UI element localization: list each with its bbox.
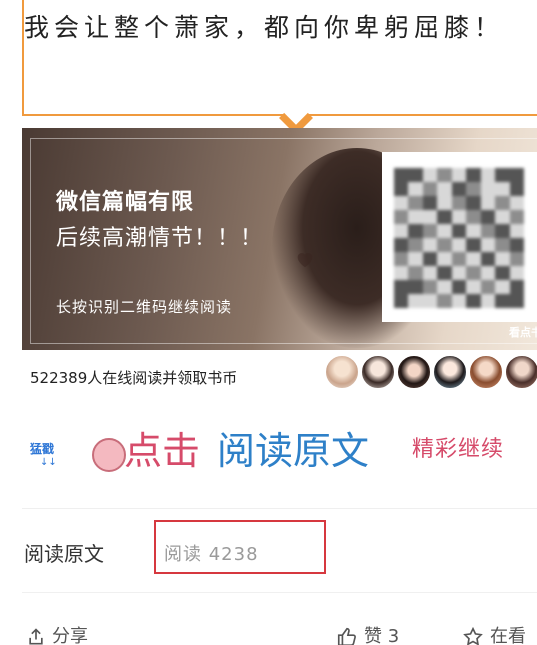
share-button[interactable]: 分享 xyxy=(26,622,88,645)
avatar xyxy=(468,354,504,390)
sticker-label: 猛戳 xyxy=(30,442,55,456)
read-original-link[interactable]: 阅读原文 xyxy=(24,538,104,567)
like-label: 赞 3 xyxy=(364,626,400,645)
cat-paw-icon xyxy=(92,438,126,472)
favorite-label: 在看 xyxy=(490,626,526,645)
banner-title: 微信篇幅有限 xyxy=(56,190,195,215)
avatar xyxy=(432,354,468,390)
quote-text: 我会让整个萧家，都向你卑躬屈膝！ xyxy=(24,13,505,42)
cta-click-text[interactable]: 点击 xyxy=(124,420,200,475)
avatar xyxy=(360,354,396,390)
promo-banner[interactable]: 微信篇幅有限 后续高潮情节！！！ 长按识别二维码继续阅读 看点书 xyxy=(22,128,537,350)
cta-continue-text: 精彩继续 xyxy=(412,437,505,462)
avatar xyxy=(504,354,537,390)
avatar xyxy=(324,354,360,390)
readers-count-text: 522389人在线阅读并领取书币 xyxy=(30,369,238,387)
thumbs-up-icon xyxy=(337,627,356,645)
star-icon xyxy=(463,626,483,645)
read-count: 阅读 4238 xyxy=(154,520,326,574)
favorite-button[interactable]: 在看 xyxy=(462,622,526,645)
qr-code-pattern xyxy=(394,168,524,308)
banner-subtitle: 后续高潮情节！！！ xyxy=(56,226,264,251)
divider xyxy=(22,508,537,509)
heart-icon xyxy=(297,253,313,268)
banner-hint: 长按识别二维码继续阅读 xyxy=(56,298,233,316)
divider xyxy=(22,592,537,593)
share-label: 分享 xyxy=(52,626,88,645)
cta-read-original-text[interactable]: 阅读原文 xyxy=(217,420,369,475)
avatar xyxy=(396,354,432,390)
sticker-arrows: ↓↓ xyxy=(40,457,57,468)
like-button[interactable]: 赞 3 xyxy=(336,622,399,645)
watermark: 看点书 xyxy=(509,326,537,339)
share-icon xyxy=(29,628,43,645)
qr-code[interactable] xyxy=(382,152,537,322)
